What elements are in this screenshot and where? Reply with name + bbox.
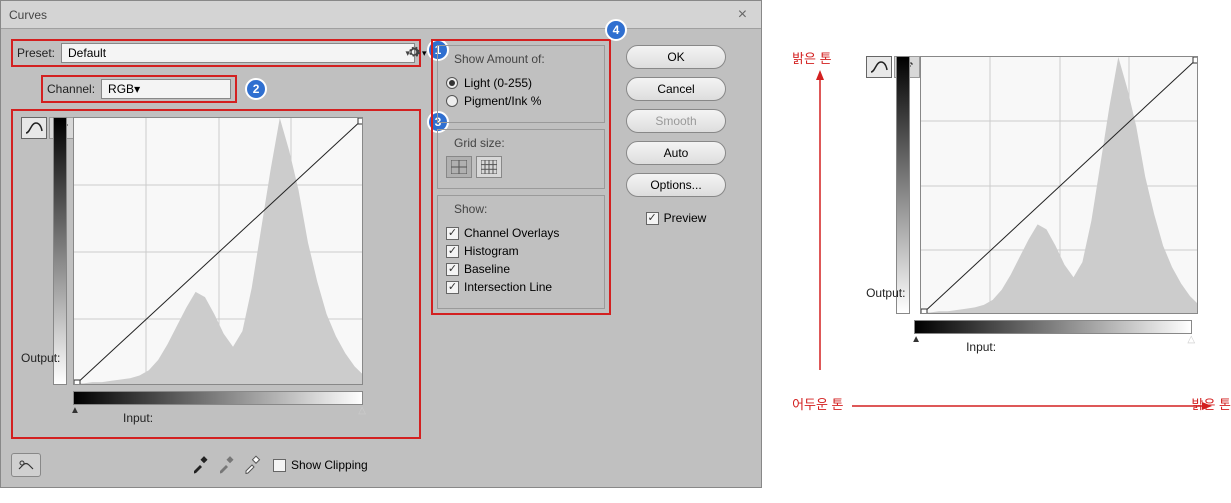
gear-icon[interactable] — [407, 45, 421, 62]
chk-preview[interactable]: Preview — [646, 211, 707, 225]
channel-label: Channel: — [47, 82, 95, 96]
ok-button[interactable]: OK — [626, 45, 726, 69]
radio-light[interactable]: Light (0-255) — [446, 76, 596, 90]
spline-tool-icon[interactable] — [866, 56, 892, 78]
checkbox-icon — [446, 245, 459, 258]
output-gradient[interactable] — [896, 56, 910, 314]
radio-light-label: Light (0-255) — [464, 76, 532, 90]
channel-row: Channel: RGB ▾ — [41, 75, 237, 103]
chk-histogram[interactable]: Histogram — [446, 244, 596, 258]
curve-svg — [921, 57, 1198, 314]
channel-select[interactable]: RGB ▾ — [101, 79, 231, 99]
chk-intersection[interactable]: Intersection Line — [446, 280, 596, 294]
buttons-column: OK Cancel Smooth Auto Options... Preview — [621, 39, 731, 439]
chevron-down-icon[interactable]: ▾ — [422, 48, 427, 59]
spline-tool-icon[interactable] — [21, 117, 47, 139]
checkbox-icon — [646, 212, 659, 225]
smooth-button[interactable]: Smooth — [626, 109, 726, 133]
checkbox-icon — [273, 459, 286, 472]
radio-pigment-label: Pigment/Ink % — [464, 94, 541, 108]
curves-dialog: Curves × Preset: Default ▾ ▾ — [0, 0, 762, 488]
annot-dark: 어두운 톤 — [792, 394, 843, 413]
cancel-button[interactable]: Cancel — [626, 77, 726, 101]
chk-baseline[interactable]: Baseline — [446, 262, 596, 276]
bottom-toolbar: Show Clipping — [11, 453, 411, 477]
chk-overlays[interactable]: Channel Overlays — [446, 226, 596, 240]
left-column: Preset: Default ▾ ▾ 1 Channel: — [11, 39, 421, 439]
curve-graph-box: Output: ▲ △ Input: — [11, 109, 421, 439]
curve-canvas[interactable] — [73, 117, 363, 385]
grid-coarse-icon[interactable] — [446, 156, 472, 178]
show-amount-legend: Show Amount of: — [450, 52, 549, 66]
white-point-slider-icon[interactable]: △ — [358, 405, 366, 416]
input-label: Input: — [966, 340, 996, 354]
checkbox-icon — [446, 281, 459, 294]
chevron-down-icon: ▾ — [134, 82, 140, 96]
display-options: 4 Show Amount of: Light (0-255) Pigment/… — [431, 39, 611, 439]
annot-bright-top: 밝은 톤 — [792, 48, 832, 67]
radio-pigment[interactable]: Pigment/Ink % — [446, 94, 596, 108]
output-label: Output: — [21, 351, 60, 365]
radio-icon — [446, 77, 458, 89]
target-adjust-icon[interactable] — [11, 453, 41, 477]
auto-button[interactable]: Auto — [626, 141, 726, 165]
preset-row: Preset: Default ▾ — [11, 39, 421, 67]
output-label: Output: — [866, 286, 905, 300]
preset-value: Default — [68, 46, 106, 60]
preset-select[interactable]: Default ▾ — [61, 43, 415, 63]
black-point-slider-icon[interactable]: ▲ — [70, 405, 80, 416]
marker-2: 2 — [245, 78, 267, 100]
show-legend: Show: — [450, 202, 491, 216]
white-point-slider-icon[interactable]: △ — [1187, 334, 1195, 345]
options-button[interactable]: Options... — [626, 173, 726, 197]
arrow-up-icon — [812, 70, 828, 380]
dialog-title: Curves — [9, 8, 732, 22]
white-eyedropper-icon[interactable] — [243, 454, 263, 477]
channel-value: RGB — [108, 82, 134, 96]
preset-label: Preset: — [17, 46, 55, 60]
radio-icon — [446, 95, 458, 107]
black-point-slider-icon[interactable]: ▲ — [911, 334, 921, 345]
checkbox-icon — [446, 263, 459, 276]
curve-svg — [74, 118, 363, 385]
input-gradient[interactable]: ▲ △ — [914, 320, 1192, 334]
input-label: Input: — [123, 411, 153, 425]
curve-canvas[interactable] — [920, 56, 1198, 314]
arrow-right-icon — [852, 398, 1212, 414]
close-icon[interactable]: × — [732, 6, 753, 24]
input-gradient[interactable]: ▲ △ — [73, 391, 363, 405]
marker-4: 4 — [605, 19, 627, 41]
gray-eyedropper-icon[interactable] — [217, 454, 237, 477]
grid-size-legend: Grid size: — [450, 136, 509, 150]
black-eyedropper-icon[interactable] — [191, 454, 211, 477]
annotation-panel: 밝은 톤 — [792, 0, 1231, 488]
output-gradient[interactable] — [53, 117, 67, 385]
title-bar: Curves × — [1, 1, 761, 29]
annot-bright-right: 밝은 톤 — [1192, 394, 1231, 413]
grid-fine-icon[interactable] — [476, 156, 502, 178]
checkbox-icon — [446, 227, 459, 240]
chk-show-clipping[interactable]: Show Clipping — [273, 458, 368, 472]
